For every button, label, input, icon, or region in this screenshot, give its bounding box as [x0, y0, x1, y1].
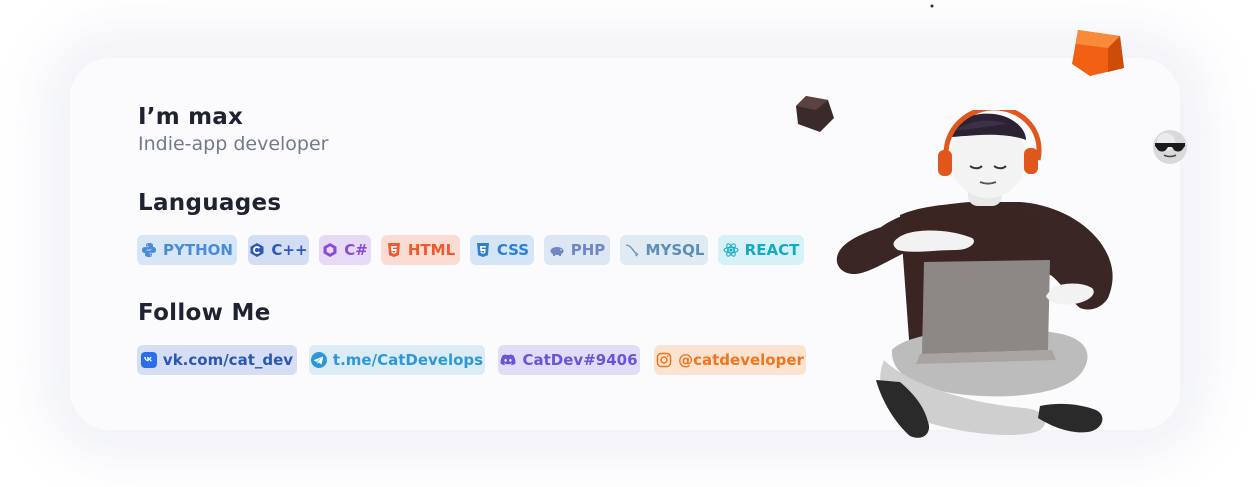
language-badge-css: CSS: [470, 235, 534, 265]
mysql-icon: [624, 242, 640, 258]
small-dot-illustration: [930, 4, 934, 8]
language-label: PYTHON: [163, 241, 233, 259]
css3-icon: [475, 242, 491, 258]
python-icon: [141, 242, 157, 258]
profile-role: Indie-app developer: [138, 133, 329, 155]
react-icon: [723, 242, 739, 258]
language-badge-cplusplus: C++: [248, 235, 309, 265]
language-label: CSS: [496, 241, 530, 259]
discord-link-label: CatDev#9406: [522, 351, 638, 369]
telegram-link[interactable]: t.me/CatDevelops: [309, 345, 485, 375]
instagram-link[interactable]: @catdeveloper: [654, 345, 806, 375]
language-label: PHP: [570, 241, 606, 259]
php-icon: [549, 242, 565, 258]
follow-heading: Follow Me: [138, 300, 271, 326]
vk-icon: [140, 352, 157, 368]
language-label: REACT: [744, 241, 800, 259]
cplusplus-icon: [249, 242, 265, 258]
language-badge-csharp: C#: [319, 235, 371, 265]
discord-link[interactable]: CatDev#9406: [498, 345, 640, 375]
language-label: HTML: [407, 241, 456, 259]
html5-icon: [386, 242, 402, 258]
language-badge-python: PYTHON: [137, 235, 237, 265]
languages-heading: Languages: [138, 190, 282, 216]
language-badge-react: REACT: [718, 235, 804, 265]
telegram-link-label: t.me/CatDevelops: [332, 351, 484, 369]
language-badge-mysql: MYSQL: [620, 235, 708, 265]
developer-with-laptop-illustration: [836, 110, 1113, 438]
discord-icon: [500, 352, 516, 368]
vk-link-label: vk.com/cat_dev: [162, 351, 294, 369]
language-badge-html: HTML: [381, 235, 460, 265]
language-label: C#: [344, 241, 368, 259]
profile-name: I’m max: [138, 104, 243, 130]
vk-link[interactable]: vk.com/cat_dev: [137, 345, 297, 375]
telegram-icon: [310, 352, 327, 368]
instagram-icon: [656, 352, 672, 368]
orange-cube-illustration: [1072, 30, 1124, 76]
profile-banner: I’m max Indie-app developer Languages PY…: [0, 0, 1256, 487]
instagram-link-label: @catdeveloper: [678, 351, 804, 369]
language-label: MYSQL: [645, 241, 705, 259]
csharp-icon: [322, 242, 338, 258]
language-badge-php: PHP: [544, 235, 610, 265]
language-label: C++: [271, 241, 308, 259]
